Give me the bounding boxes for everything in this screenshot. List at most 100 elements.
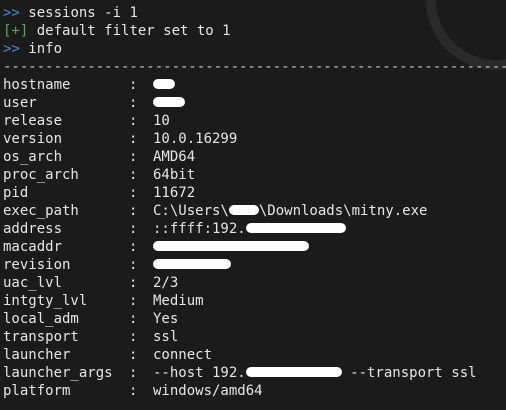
info-key: version [3, 131, 63, 147]
info-value-text: 10.0.16299 [153, 131, 238, 147]
info-row-os-arch: os_arch: AMD64 [3, 148, 506, 166]
info-key: launcher_args [3, 365, 113, 381]
info-value [153, 256, 231, 274]
command-line-sessions: >> sessions -i 1 [3, 4, 506, 22]
output-line-filter: [+] default filter set to 1 [3, 22, 506, 40]
info-row-macaddr: macaddr: [3, 238, 506, 256]
info-colon: : [129, 185, 138, 201]
info-row-pid: pid:11672 [3, 184, 506, 202]
info-value: windows/amd64 [153, 382, 263, 400]
info-row-user: user: [3, 94, 506, 112]
info-colon: : [129, 311, 138, 327]
info-value-text: ::ffff:192. [153, 221, 246, 237]
info-value-text: C:\Users\ [153, 203, 229, 219]
terminal-window[interactable]: >> sessions -i 1 [+] default filter set … [0, 0, 506, 410]
info-value: Yes [153, 310, 178, 328]
info-colon: : [129, 77, 138, 93]
info-key: platform [3, 383, 71, 399]
info-key: release [3, 113, 63, 129]
info-colon: : [129, 347, 138, 363]
info-key: transport [3, 329, 79, 345]
info-row-exec-path: exec_path: C:\Users\ \Downloads\mitny.exe [3, 202, 506, 220]
redaction-mark [245, 367, 342, 377]
info-value-text: ssl [153, 329, 179, 345]
command-text: sessions -i 1 [28, 5, 138, 21]
info-value-text: connect [153, 347, 213, 363]
info-value: connect [153, 346, 212, 364]
info-key: local_adm [3, 311, 79, 327]
info-key: pid [3, 185, 29, 201]
info-key: intgty_lvl [3, 293, 88, 309]
info-colon: : [129, 113, 138, 129]
info-key: revision [3, 257, 71, 273]
redaction-mark [153, 79, 175, 89]
info-key: macaddr [3, 239, 63, 255]
info-value: C:\Users\ \Downloads\mitny.exe [153, 202, 427, 220]
info-value: 64bit [153, 166, 195, 184]
info-value-text: --host 192. [153, 365, 246, 381]
info-colon: : [129, 365, 138, 381]
info-value: AMD64 [153, 148, 195, 166]
redaction-mark [228, 205, 259, 215]
info-value: ssl [153, 328, 178, 346]
info-colon: : [129, 149, 138, 165]
info-row-hostname: hostname: [3, 76, 506, 94]
output-text: default filter set to 1 [36, 23, 231, 39]
info-key: launcher [3, 347, 71, 363]
info-value-text: 11672 [153, 185, 196, 201]
info-value-text: --transport ssl [341, 365, 477, 381]
info-colon: : [129, 293, 138, 309]
info-value-text: 2/3 [153, 275, 179, 291]
info-colon: : [129, 383, 138, 399]
info-table: hostname: user: release:10 version:10.0.162… [3, 76, 506, 400]
info-value-text: 64bit [153, 167, 196, 183]
info-key: exec_path [3, 203, 79, 219]
info-key: os_arch [3, 149, 63, 165]
info-row-launcher-args: launcher_args: --host 192. --transport ss… [3, 364, 506, 382]
redaction-mark [153, 97, 185, 107]
info-colon: : [129, 167, 138, 183]
info-colon: : [129, 95, 138, 111]
info-value-text: AMD64 [153, 149, 196, 165]
prompt-symbol: >> [3, 41, 20, 57]
info-key: user [3, 95, 37, 111]
info-row-address: address:::ffff:192. [3, 220, 506, 238]
info-row-intgty-lvl: intgty_lvl: Medium [3, 292, 506, 310]
info-value: 10 [153, 112, 170, 130]
info-colon: : [129, 221, 138, 237]
info-value: 10.0.16299 [153, 130, 237, 148]
info-colon: : [129, 329, 138, 345]
info-row-platform: platform: windows/amd64 [3, 382, 506, 400]
info-row-launcher: launcher: connect [3, 346, 506, 364]
info-key: hostname [3, 77, 71, 93]
success-marker: [+] [3, 23, 29, 39]
info-row-proc-arch: proc_arch:64bit [3, 166, 506, 184]
info-value-text: windows/amd64 [153, 383, 263, 399]
info-row-release: release:10 [3, 112, 506, 130]
command-text: info [28, 41, 63, 57]
info-value: 2/3 [153, 274, 178, 292]
separator-line: ----------------------------------------… [3, 59, 506, 75]
info-value [153, 238, 309, 256]
info-key: uac_lvl [3, 275, 63, 291]
info-value: 11672 [153, 184, 195, 202]
info-row-version: version:10.0.16299 [3, 130, 506, 148]
info-value: Medium [153, 292, 204, 310]
info-key: proc_arch [3, 167, 79, 183]
redaction-mark [153, 241, 309, 251]
info-value [153, 94, 185, 112]
info-row-local-adm: local_adm: Yes [3, 310, 506, 328]
info-key: address [3, 221, 63, 237]
info-colon: : [129, 275, 138, 291]
info-value-text: Medium [153, 293, 204, 309]
info-value-text: 10 [153, 113, 170, 129]
redaction-mark [153, 259, 231, 269]
info-colon: : [129, 203, 138, 219]
info-value [153, 76, 175, 94]
info-row-transport: transport: ssl [3, 328, 506, 346]
redaction-mark [245, 223, 346, 233]
info-value: --host 192. --transport ssl [153, 364, 477, 382]
info-value-text: Yes [153, 311, 179, 327]
prompt-symbol: >> [3, 5, 20, 21]
info-colon: : [129, 257, 138, 273]
